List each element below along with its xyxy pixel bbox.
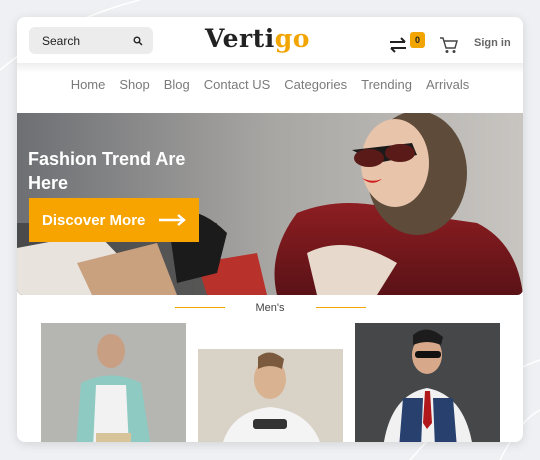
page-card: Search Vertigo 0 Sign in Home Shop Blog … (17, 17, 523, 442)
transfer-icon[interactable] (388, 37, 408, 53)
product-card-3[interactable] (355, 323, 500, 442)
compare-count-badge: 0 (410, 32, 425, 48)
product-image-2 (198, 349, 343, 442)
nav-item-arrivals[interactable]: Arrivals (426, 77, 469, 92)
product-card-2[interactable] (198, 349, 343, 442)
section-line-right (316, 307, 366, 308)
nav-item-contact[interactable]: Contact US (204, 77, 270, 92)
product-image-3 (355, 323, 500, 442)
signin-link[interactable]: Sign in (474, 37, 511, 49)
nav-item-trending[interactable]: Trending (361, 77, 412, 92)
nav-item-home[interactable]: Home (71, 77, 106, 92)
discover-more-label: Discover More (42, 211, 146, 229)
nav-item-blog[interactable]: Blog (164, 77, 190, 92)
hero-title: Fashion Trend Are Here (28, 149, 186, 193)
brand-logo[interactable]: Vertigo (205, 24, 310, 53)
main-nav: Home Shop Blog Contact US Categories Tre… (17, 77, 523, 92)
search-label: Search (42, 33, 81, 48)
discover-more-button[interactable]: Discover More (29, 198, 199, 242)
hero-banner: Fashion Trend Are Here Discover More (17, 113, 523, 295)
nav-divider (17, 63, 523, 73)
product-image-1 (41, 323, 186, 442)
section-title: Men's (255, 302, 285, 314)
logo-text-accent: go (274, 24, 310, 53)
cart-icon[interactable] (439, 36, 459, 54)
search-box[interactable]: Search (29, 27, 153, 54)
nav-item-categories[interactable]: Categories (284, 77, 347, 92)
arrow-right-icon (159, 214, 186, 226)
nav-item-shop[interactable]: Shop (119, 77, 149, 92)
logo-text-dark: Verti (205, 24, 275, 53)
search-icon[interactable] (133, 36, 143, 46)
product-card-1[interactable] (41, 323, 186, 442)
